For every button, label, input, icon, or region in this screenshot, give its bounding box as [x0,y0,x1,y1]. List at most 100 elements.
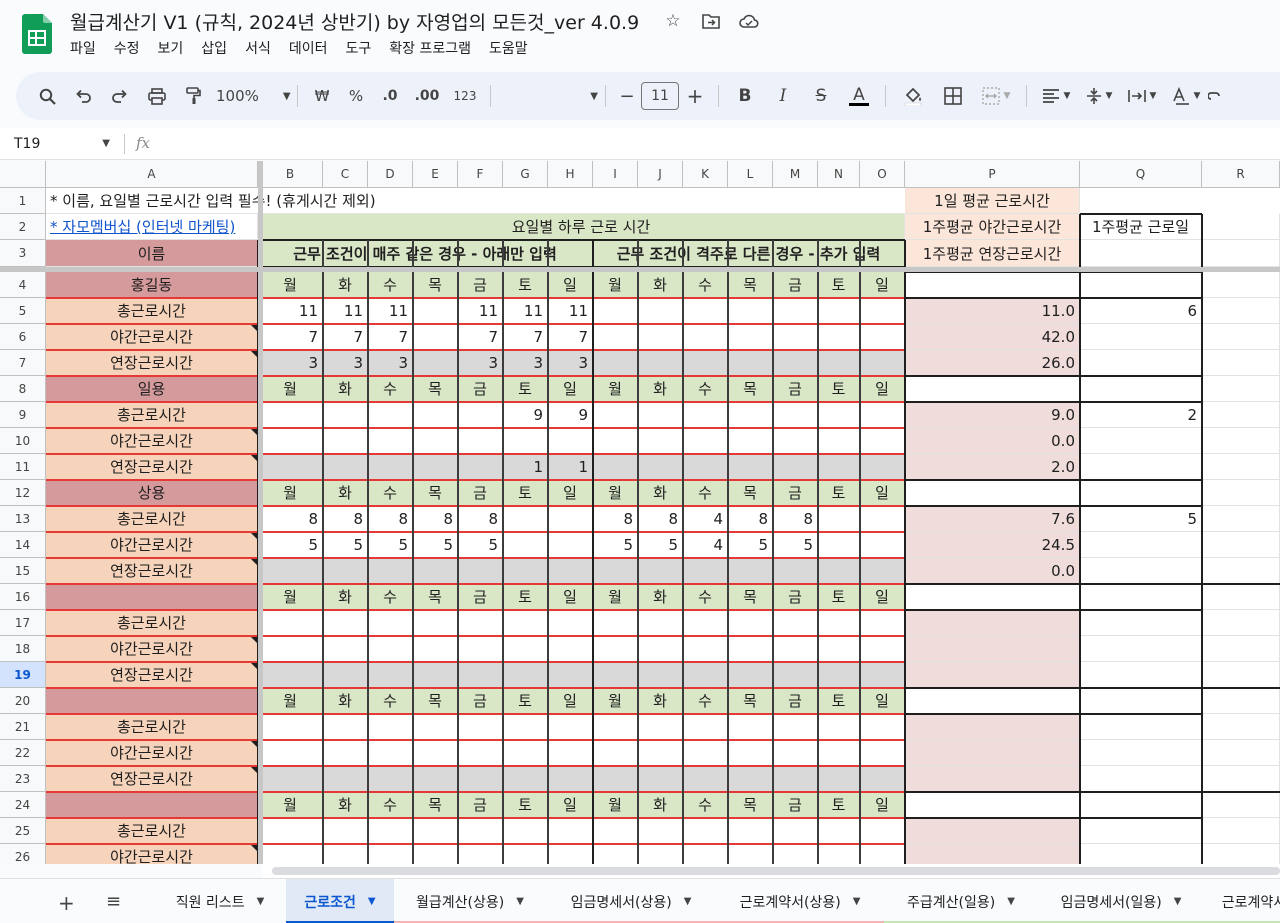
avg-overtime-value[interactable]: 0.0 [905,558,1080,584]
weekday-header[interactable]: 목 [413,584,458,610]
overtime-hours-cell[interactable] [773,454,818,480]
total-hours-label[interactable]: 총근로시간 [46,298,258,324]
total-hours-cell[interactable] [683,818,728,844]
move-to-folder-icon[interactable] [700,10,722,32]
total-hours-cell[interactable]: 11 [503,298,548,324]
menu-data[interactable]: 데이터 [289,38,328,58]
weekday-header[interactable]: 토 [818,272,860,298]
undo-icon[interactable] [64,81,101,111]
total-hours-cell[interactable] [818,610,860,636]
chevron-down-icon[interactable]: ▼ [853,896,861,907]
sheet-tab[interactable]: 근로계약서 [1204,879,1280,923]
column-header-j[interactable]: J [638,161,683,188]
merge-cells-icon[interactable]: ▼ [973,81,1019,111]
employee-name[interactable] [46,688,258,714]
total-hours-cell[interactable] [368,610,413,636]
membership-link[interactable]: * 자모멤버십 (인터넷 마케팅) [46,214,258,240]
column-header-b[interactable]: B [258,161,323,188]
borders-icon[interactable] [933,81,973,111]
fill-color-icon[interactable] [893,81,933,111]
overtime-hours-cell[interactable] [458,558,503,584]
total-hours-cell[interactable] [258,402,323,428]
total-hours-cell[interactable] [458,714,503,740]
overtime-hours-cell[interactable] [593,350,638,376]
employee-name[interactable] [46,792,258,818]
overtime-hours-cell[interactable] [368,662,413,688]
weekday-header[interactable]: 월 [593,792,638,818]
weekday-header[interactable]: 수 [368,792,413,818]
night-hours-cell[interactable] [368,844,413,864]
total-hours-cell[interactable] [258,714,323,740]
row-header-15[interactable]: 15 [0,558,46,584]
overtime-hours-cell[interactable] [593,454,638,480]
insert-link-icon[interactable] [1208,81,1238,111]
night-hours-cell[interactable] [728,428,773,454]
total-hours-cell[interactable] [548,506,593,532]
total-hours-cell[interactable]: 11 [548,298,593,324]
overtime-hours-cell[interactable] [860,662,905,688]
overtime-hours-cell[interactable] [728,662,773,688]
work-days-value[interactable] [1080,610,1202,636]
row-header-20[interactable]: 20 [0,688,46,714]
overtime-hours-cell[interactable] [413,558,458,584]
avg-overtime-value[interactable] [905,766,1080,792]
total-hours-cell[interactable]: 11 [258,298,323,324]
weekday-header[interactable]: 일 [548,584,593,610]
weekday-header[interactable]: 일 [548,792,593,818]
night-hours-cell[interactable]: 5 [773,532,818,558]
night-hours-label[interactable]: 야간근로시간 [46,636,258,662]
cell[interactable] [1080,584,1202,610]
avg-daily-hours-header[interactable]: 1일 평균 근로시간 [905,188,1080,214]
total-hours-cell[interactable] [728,402,773,428]
cell[interactable] [905,584,1080,610]
weekday-header[interactable]: 금 [458,272,503,298]
employee-name[interactable]: 홍길동 [46,272,258,298]
weekday-header[interactable]: 금 [773,584,818,610]
overtime-hours-cell[interactable] [503,662,548,688]
overtime-hours-cell[interactable] [638,350,683,376]
night-hours-cell[interactable]: 5 [323,532,368,558]
zoom-select[interactable]: 100% ▼ [212,81,291,111]
cell[interactable] [1202,818,1280,844]
cell[interactable] [1080,240,1202,267]
column-header-a[interactable]: A [46,161,258,188]
column-header-m[interactable]: M [773,161,818,188]
overtime-hours-cell[interactable] [773,558,818,584]
weekday-header[interactable]: 일 [548,376,593,402]
night-hours-cell[interactable] [773,740,818,766]
weekday-header[interactable]: 목 [728,792,773,818]
overtime-hours-cell[interactable] [503,558,548,584]
overtime-hours-label[interactable]: 연장근로시간 [46,766,258,792]
night-hours-cell[interactable] [818,532,860,558]
weekday-header[interactable]: 화 [638,688,683,714]
cell[interactable] [1202,688,1280,714]
weekday-header[interactable]: 일 [548,688,593,714]
weekday-header[interactable]: 금 [773,480,818,506]
cell[interactable] [1202,506,1280,532]
overtime-hours-label[interactable]: 연장근로시간 [46,662,258,688]
row-header-23[interactable]: 23 [0,766,46,792]
cell[interactable] [1080,636,1202,662]
night-hours-cell[interactable] [413,428,458,454]
font-size-decrease-button[interactable]: − [613,81,641,111]
overtime-hours-cell[interactable] [458,454,503,480]
total-hours-cell[interactable] [323,714,368,740]
weekday-header[interactable]: 토 [818,792,860,818]
night-hours-cell[interactable]: 5 [258,532,323,558]
total-hours-cell[interactable] [818,298,860,324]
employee-name[interactable]: 일용 [46,376,258,402]
weekday-header[interactable]: 일 [860,480,905,506]
chevron-down-icon[interactable]: ▼ [516,896,524,907]
cell[interactable] [1202,324,1280,350]
total-hours-cell[interactable] [818,506,860,532]
vertical-align-icon[interactable]: ▼ [1078,81,1120,111]
overtime-hours-cell[interactable] [860,454,905,480]
row-header-9[interactable]: 9 [0,402,46,428]
overtime-hours-cell[interactable] [548,766,593,792]
total-hours-cell[interactable] [413,610,458,636]
column-header-r[interactable]: R [1202,161,1280,188]
horizontal-align-icon[interactable]: ▼ [1034,81,1078,111]
cell[interactable] [905,688,1080,714]
total-hours-label[interactable]: 총근로시간 [46,610,258,636]
cell[interactable] [905,792,1080,818]
